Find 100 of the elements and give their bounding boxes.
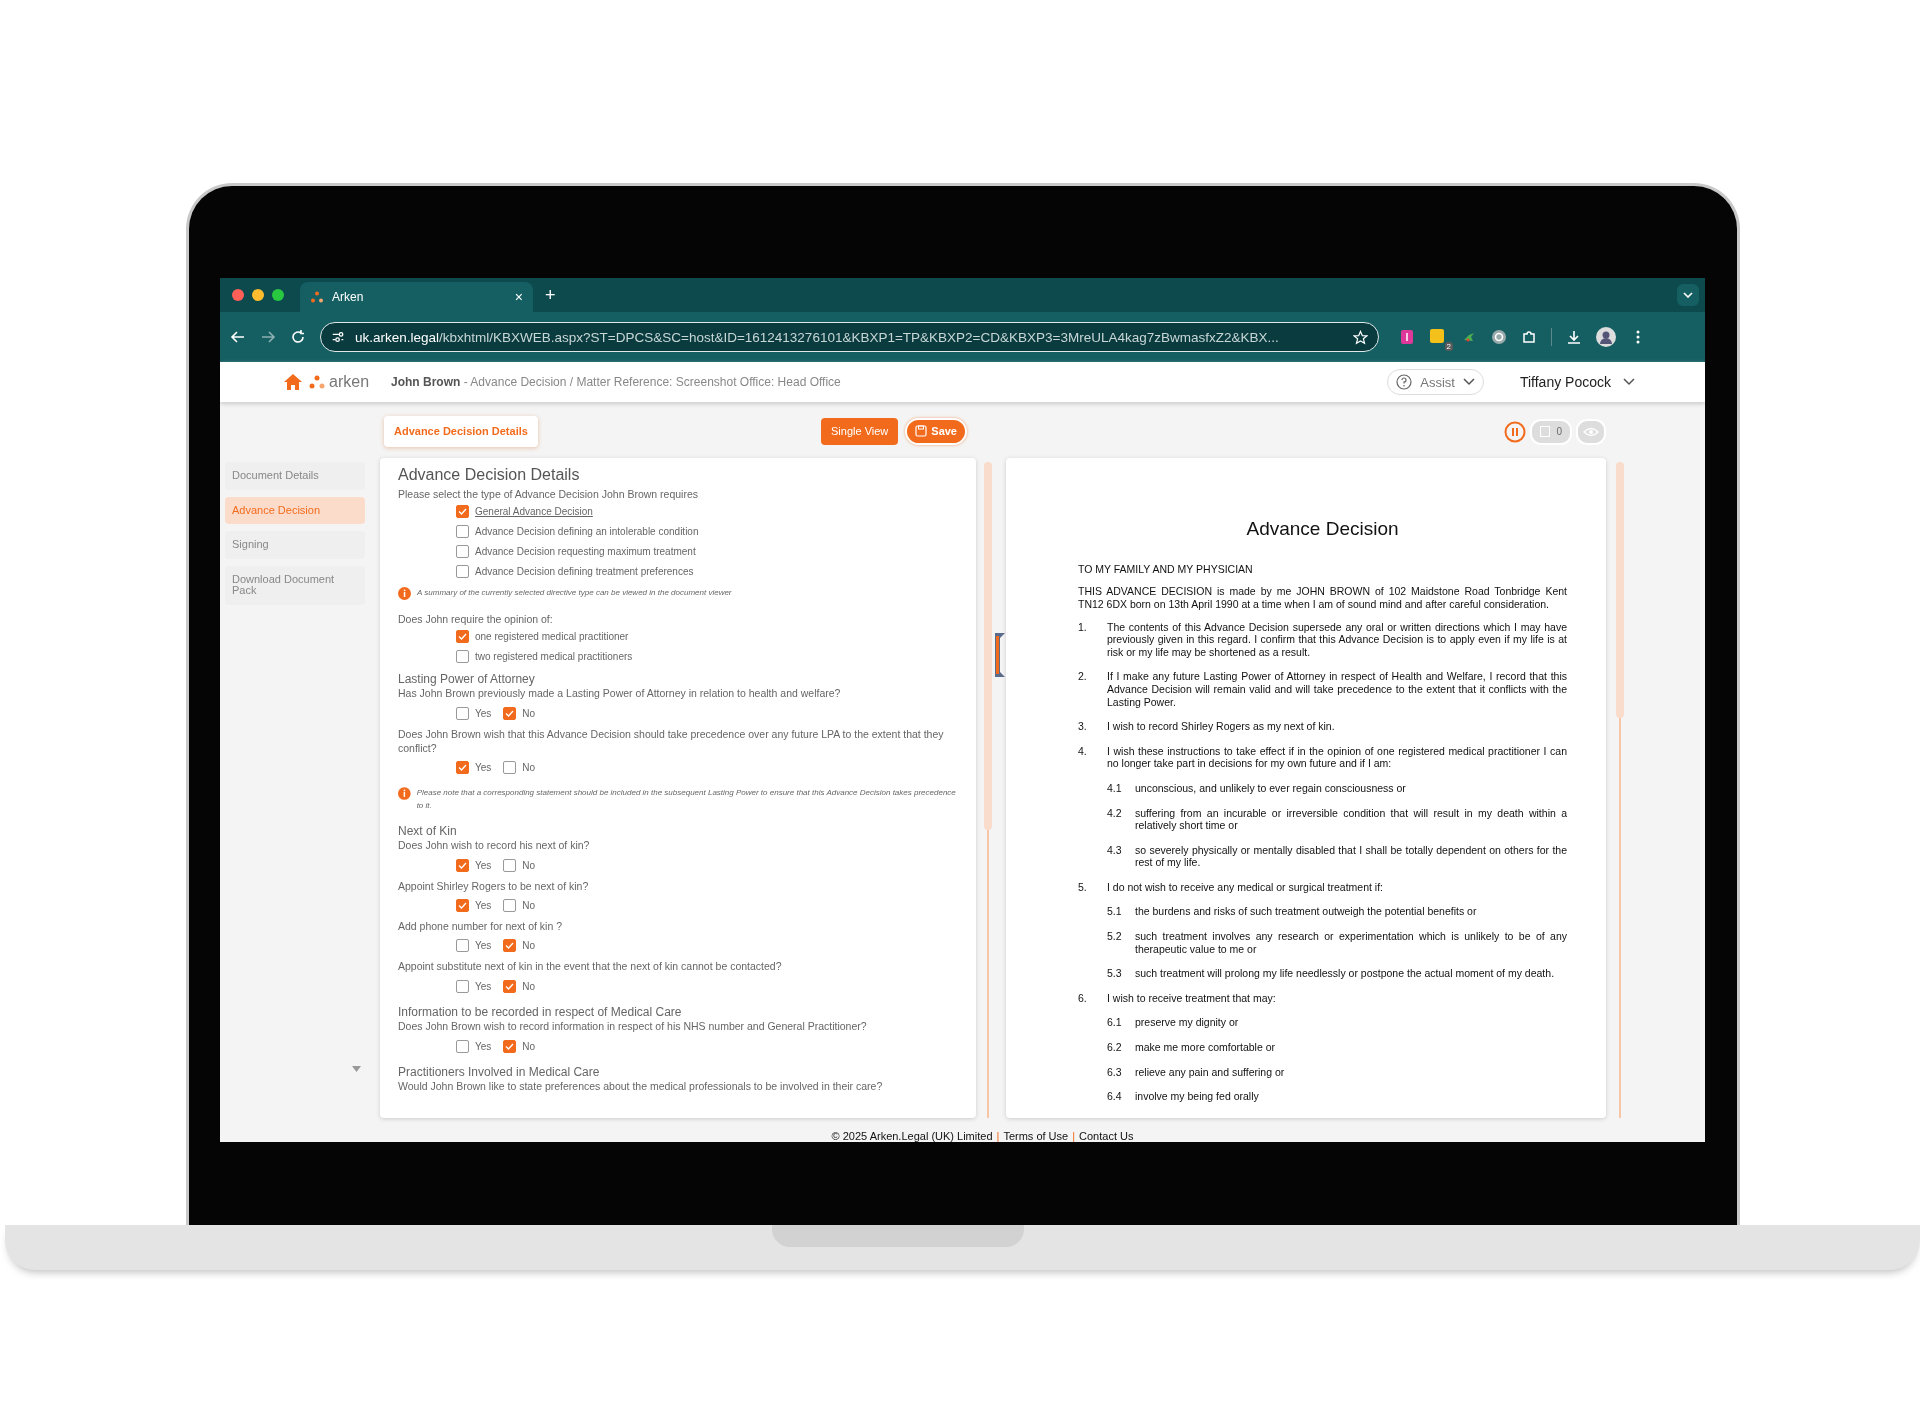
option-label: Yes <box>475 762 492 774</box>
user-menu[interactable]: Tiffany Pocock <box>1513 373 1641 391</box>
back-icon[interactable] <box>230 329 246 345</box>
checkbox[interactable] <box>456 564 469 578</box>
option-label: Yes <box>475 980 492 992</box>
checkbox[interactable] <box>456 1039 469 1053</box>
footer-link[interactable]: Terms of Use <box>1003 1130 1069 1142</box>
avatar-icon[interactable] <box>1596 327 1616 347</box>
comments-counter[interactable]: 0 <box>1530 418 1572 445</box>
checkbox[interactable] <box>456 979 469 993</box>
maximize-window-button[interactable] <box>272 289 284 301</box>
clause-text: suffering from an incurable or irreversible condition that will result in my death within a relatively short time or <box>1135 806 1567 832</box>
extension-icon[interactable] <box>1491 329 1507 345</box>
checkbox[interactable] <box>456 504 469 518</box>
clause-number: 1. <box>1078 620 1088 635</box>
checkbox[interactable] <box>503 899 517 913</box>
clause-number: 2. <box>1078 670 1088 685</box>
extension-icon[interactable] <box>1399 329 1415 345</box>
breadcrumb: John Brown - Advance Decision / Matter Reference: Screenshot Office: Head Office <box>391 375 841 389</box>
caret-icon[interactable] <box>352 1066 361 1072</box>
checkbox[interactable] <box>503 979 517 993</box>
close-window-button[interactable] <box>232 289 244 301</box>
clause-text: I do not wish to receive any medical or surgical treatment if: <box>1107 880 1385 894</box>
assist-button[interactable]: Assist <box>1387 369 1484 395</box>
checkbox[interactable] <box>456 707 469 720</box>
question-text: Does John Brown wish to record information in respect of his NHS number and General Practitioner? <box>398 1019 868 1034</box>
reload-icon[interactable] <box>290 329 306 345</box>
extension-icon[interactable] <box>1429 328 1445 344</box>
checkbox[interactable] <box>456 859 469 873</box>
checkbox[interactable] <box>456 524 469 538</box>
footer-link[interactable]: © 2025 Arken.Legal (UK) Limited <box>831 1130 993 1142</box>
checkbox[interactable] <box>456 649 469 663</box>
option-label: Advance Decision defining an intolerable condition <box>475 525 699 537</box>
option-label: No <box>522 708 536 719</box>
clause-text: preserve my dignity or <box>1135 1016 1240 1030</box>
tab-close-button[interactable]: × <box>514 289 523 305</box>
extension-badge: 2 <box>1444 342 1453 351</box>
section-heading: Next of Kin <box>398 824 458 839</box>
scrollbar-thumb[interactable] <box>1616 462 1624 718</box>
forward-icon[interactable] <box>260 329 276 345</box>
clause-number: 4.1 <box>1107 781 1123 795</box>
option-link[interactable]: General Advance Decision <box>475 505 593 517</box>
checkbox[interactable] <box>456 899 469 913</box>
clause-text: so severely physically or mentally disabled that I shall be totally dependent on others for the rest of my life. <box>1135 843 1567 869</box>
checkbox[interactable] <box>503 1039 517 1053</box>
sidebar-item[interactable]: Download Document Pack <box>225 565 365 605</box>
logo-icon <box>309 375 325 389</box>
clause-text: unconscious, and unlikely to ever regain consciousness or <box>1135 781 1407 795</box>
section-heading: Practitioners Involved in Medical Care <box>398 1065 601 1080</box>
question-text: Please select the type of Advance Decision John Brown requires <box>398 487 699 502</box>
clause-text: the burdens and risks of such treatment outweigh the potential benefits or <box>1135 905 1478 919</box>
star-icon[interactable] <box>1353 329 1368 345</box>
option-label: No <box>522 762 536 774</box>
section-heading: Lasting Power of Attorney <box>398 672 536 687</box>
clause-text: such treatment involves any research or experimentation which is unlikely to be of any therapeutic value to me or <box>1135 930 1567 956</box>
checkbox[interactable] <box>503 761 517 775</box>
checkbox[interactable] <box>503 859 517 873</box>
footer-link[interactable]: Contact Us <box>1079 1130 1134 1142</box>
checkbox[interactable] <box>456 629 469 643</box>
checkbox[interactable] <box>503 939 517 953</box>
sidebar-item[interactable]: Document Details <box>225 462 365 490</box>
info-icon <box>398 786 411 800</box>
clause-number: 6.3 <box>1107 1065 1123 1079</box>
clause-number: 6.2 <box>1107 1041 1123 1054</box>
option-label: Advance Decision requesting maximum treatment <box>475 545 696 557</box>
clause-number: 4.3 <box>1107 843 1123 858</box>
home-icon[interactable] <box>283 373 303 391</box>
clause-text: such treatment will prolong my life needlessly or postpone the actual moment of my death. <box>1135 967 1556 980</box>
option-label: No <box>522 940 536 952</box>
option-label: Yes <box>475 1040 492 1052</box>
sidebar-item[interactable]: Signing <box>225 531 365 559</box>
option-label: Yes <box>475 860 492 872</box>
checkbox[interactable] <box>456 939 469 953</box>
checkbox[interactable] <box>503 707 517 720</box>
download-icon[interactable] <box>1566 329 1582 345</box>
browser-tab[interactable]: Arken × <box>300 282 533 312</box>
resize-handle[interactable] <box>994 632 1006 678</box>
clause-number: 5. <box>1078 880 1088 894</box>
scrollbar-thumb[interactable] <box>984 462 992 830</box>
clause-number: 3. <box>1078 720 1088 733</box>
checkbox[interactable] <box>456 761 469 775</box>
option-label: Yes <box>475 900 492 912</box>
question-text: Appoint substitute next of kin in the event that the next of kin cannot be contacted? <box>398 958 783 974</box>
clause-text: involve my being fed orally <box>1135 1090 1260 1103</box>
site-settings-icon[interactable] <box>331 330 345 344</box>
option-label: No <box>522 980 536 992</box>
new-tab-button[interactable]: + <box>545 284 556 306</box>
tab-title: Arken <box>332 290 365 304</box>
clause-number: 4. <box>1078 744 1088 759</box>
question-text: Has John Brown previously made a Lasting Power of Attorney in relation to health and welfare? <box>398 686 842 701</box>
option-label: No <box>522 900 536 912</box>
info-icon <box>398 587 411 601</box>
checkbox[interactable] <box>456 544 469 558</box>
tab-search-button[interactable] <box>1677 284 1699 306</box>
minimize-window-button[interactable] <box>252 289 264 301</box>
pause-icon[interactable] <box>1504 420 1527 443</box>
puzzle-icon[interactable] <box>1521 329 1537 345</box>
question-text: Appoint Shirley Rogers to be next of kin? <box>398 878 590 893</box>
address-bar[interactable]: uk.arken.legal/kbxhtml/KBXWEB.aspx?ST=DPCS&SC=host&ID=1612413276101&KBXP1=TP&KBXP2=CD&KBXP3=3MreULA4kag7zBwmasfxZ2&KBX... <box>320 322 1379 352</box>
caret-icon <box>1623 378 1635 386</box>
